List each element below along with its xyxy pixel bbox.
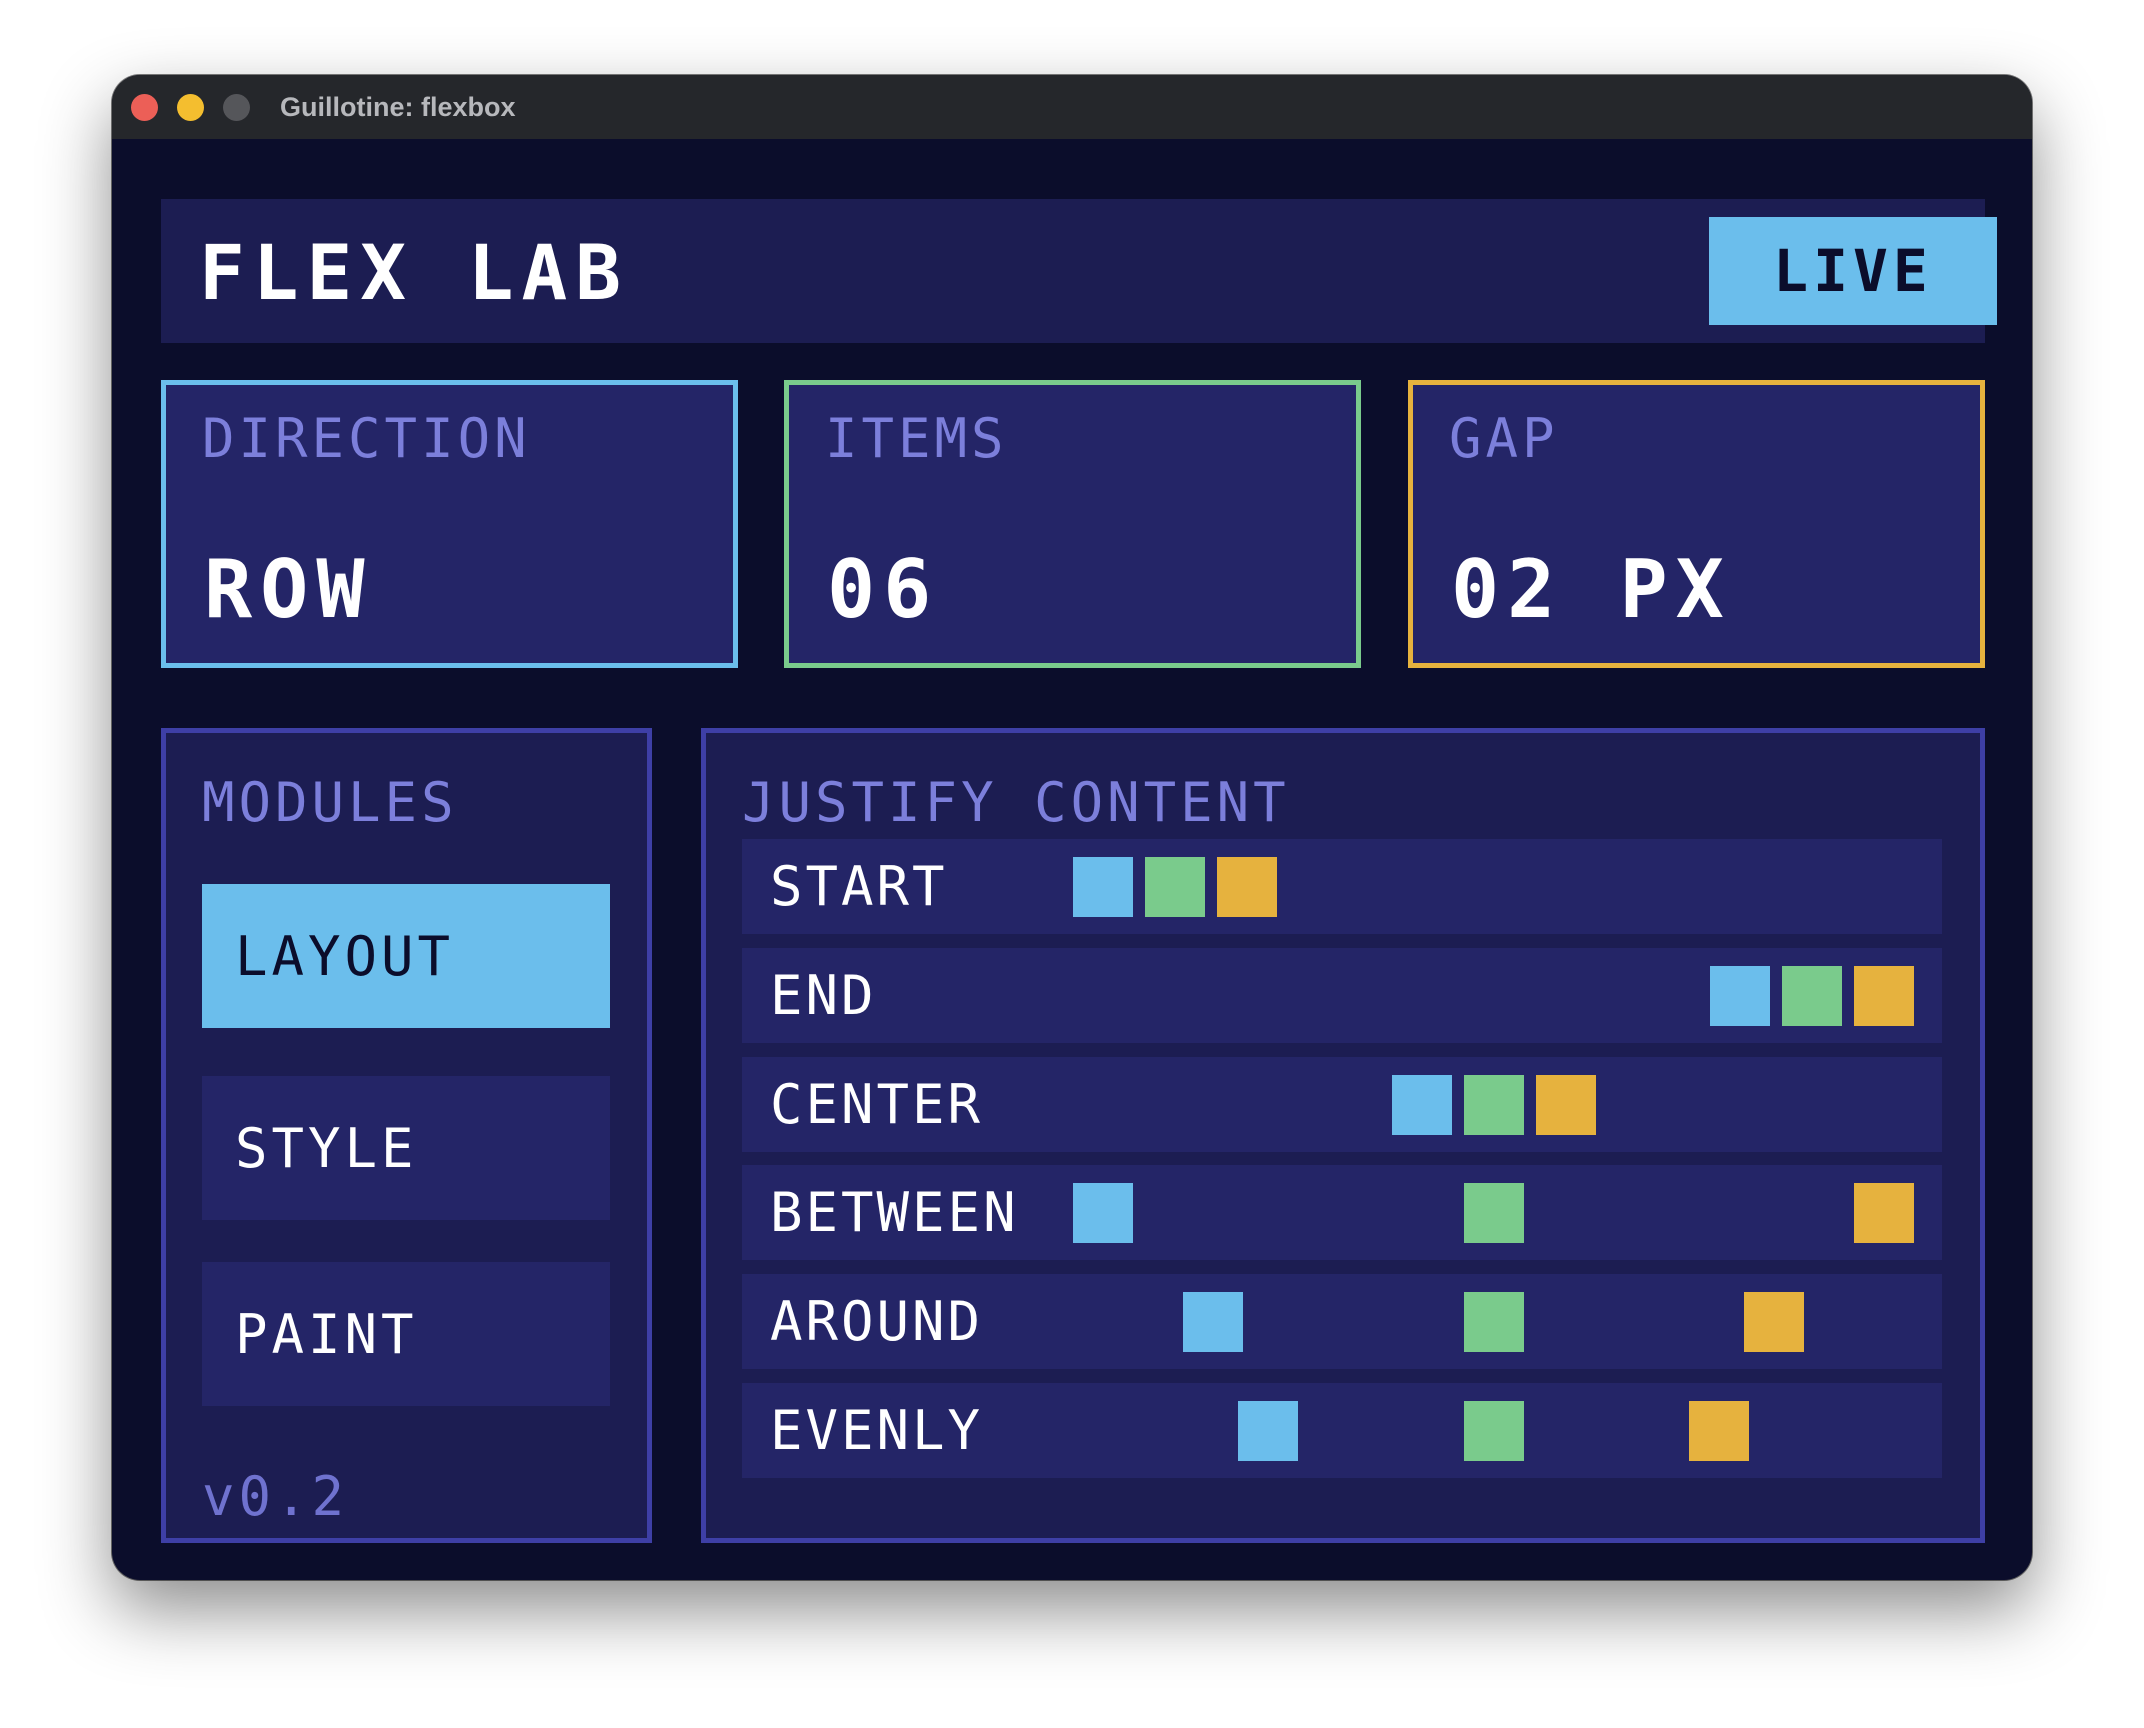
app-content: FLEX LAB LIVE DIRECTION ROW ITEMS 06 GAP… [112,139,2032,1580]
demo-box-green [1145,857,1205,917]
stat-value: ROW [204,543,373,636]
demo-box-blue [1391,1075,1452,1135]
app-window: Guillotine: flexbox FLEX LAB LIVE DIRECT… [112,75,2032,1580]
module-button-style[interactable]: STYLE [202,1076,610,1220]
justify-row-center[interactable]: CENTER [742,1057,1942,1152]
justify-content-panel: JUSTIFY CONTENT START END CENTER BETWEEN… [701,728,1985,1543]
demo-track [1073,1401,1914,1461]
justify-row-label: START [770,855,948,918]
stat-card-items: ITEMS 06 [784,380,1361,668]
close-window-button[interactable] [131,94,158,121]
version-label: v0.2 [202,1465,349,1528]
demo-track [1073,1292,1914,1352]
demo-box-orange [1743,1292,1804,1352]
demo-box-green [1463,1292,1524,1352]
demo-box-blue [1238,1401,1299,1461]
justify-row-evenly[interactable]: EVENLY [742,1383,1942,1478]
demo-box-orange [1217,857,1277,917]
justify-row-between[interactable]: BETWEEN [742,1165,1942,1260]
maximize-window-button[interactable] [223,94,250,121]
stat-label: ITEMS [825,407,1008,470]
stat-card-gap: GAP 02 PX [1408,380,1985,668]
demo-box-green [1463,1183,1524,1243]
stat-value: 06 [827,543,940,636]
live-button[interactable]: LIVE [1709,217,1997,325]
justify-row-label: BETWEEN [770,1181,1019,1244]
modules-label: MODULES [202,771,458,834]
window-title: Guillotine: flexbox [280,92,516,122]
title-bar: Guillotine: flexbox [112,75,2032,139]
demo-box-blue [1710,966,1770,1026]
demo-box-orange [1688,1401,1749,1461]
stat-label: DIRECTION [202,407,531,470]
justify-row-label: CENTER [770,1073,984,1136]
module-button-layout[interactable]: LAYOUT [202,884,610,1028]
page-title: FLEX LAB [199,228,630,317]
justify-row-label: AROUND [770,1290,984,1353]
demo-track [1073,966,1914,1026]
justify-row-label: EVENLY [770,1399,984,1462]
justify-content-label: JUSTIFY CONTENT [742,771,1290,834]
minimize-window-button[interactable] [177,94,204,121]
modules-panel: MODULES LAYOUT STYLE PAINT v0.2 [161,728,652,1543]
stat-label: GAP [1449,407,1559,470]
justify-row-start[interactable]: START [742,839,1942,934]
stat-value: 02 PX [1451,543,1732,636]
demo-box-blue [1073,1183,1133,1243]
demo-box-blue [1183,1292,1244,1352]
justify-row-end[interactable]: END [742,948,1942,1043]
demo-track [1073,857,1914,917]
demo-box-green [1463,1401,1524,1461]
demo-box-orange [1535,1075,1596,1135]
justify-row-around[interactable]: AROUND [742,1274,1942,1369]
module-button-paint[interactable]: PAINT [202,1262,610,1406]
demo-box-green [1782,966,1842,1026]
demo-box-orange [1854,1183,1914,1243]
justify-row-label: END [770,964,877,1027]
stat-card-direction: DIRECTION ROW [161,380,738,668]
demo-box-orange [1854,966,1914,1026]
demo-track [1073,1075,1914,1135]
demo-box-blue [1073,857,1133,917]
demo-track [1073,1183,1914,1243]
header-bar: FLEX LAB LIVE [161,199,1997,343]
demo-box-green [1463,1075,1524,1135]
